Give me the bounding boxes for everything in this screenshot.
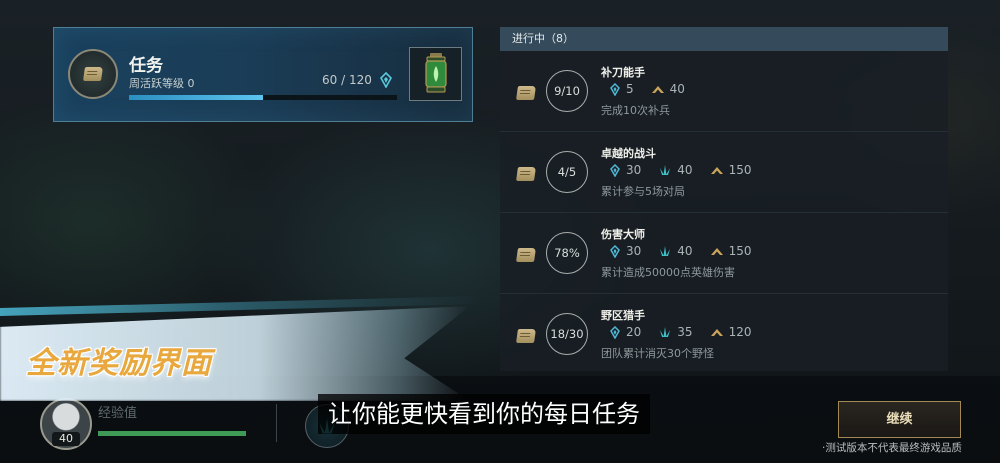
disclaimer: ·测试版本不代表最终游戏品质 xyxy=(822,442,962,454)
quest-list: 9/10 补刀能手 5 40 完成10次补兵 4/5 卓越的战斗 30 40 1… xyxy=(500,51,948,371)
reward-gold: 150 xyxy=(710,244,752,258)
crystal-shard-icon xyxy=(660,165,671,175)
crystal-icon xyxy=(380,72,392,88)
reward-gold: 120 xyxy=(710,325,752,339)
quest-card: 任务 周活跃等级 0 60 / 120 xyxy=(53,27,473,122)
reward-value: 40 xyxy=(677,244,693,258)
quest-description: 累计参与5场对局 xyxy=(601,185,685,198)
xp-fill xyxy=(98,431,246,436)
reward-value: 40 xyxy=(669,82,685,96)
blue-essence-icon xyxy=(610,244,620,258)
quest-progress-text: 60 / 120 xyxy=(322,73,372,87)
crystal-shard-icon xyxy=(660,327,671,337)
xp-label: 经验值 xyxy=(98,406,138,421)
reward-gold: 40 xyxy=(651,82,685,96)
quest-progress-ring: 9/10 xyxy=(546,70,588,112)
scroll-icon xyxy=(516,329,536,343)
xp-bar xyxy=(98,431,246,436)
gold-chevron-icon xyxy=(651,85,664,93)
quest-description: 累计造成50000点英雄伤害 xyxy=(601,266,735,279)
quest-title: 补刀能手 xyxy=(601,66,645,79)
quest-progress-ring: 4/5 xyxy=(546,151,588,193)
quest-rewards: 5 40 xyxy=(609,82,685,96)
scroll-icon xyxy=(83,67,103,81)
weekly-activity-level: 周活跃等级 0 xyxy=(129,77,195,90)
quest-progress-fill xyxy=(129,95,263,100)
quest-progress-bar xyxy=(129,95,397,100)
quest-description: 团队累计消灭30个野怪 xyxy=(601,347,714,360)
divider xyxy=(276,404,277,442)
quest-row[interactable]: 9/10 补刀能手 5 40 完成10次补兵 xyxy=(500,51,948,132)
gold-chevron-icon xyxy=(710,166,723,174)
quest-title: 卓越的战斗 xyxy=(601,147,656,160)
reward-crystal-shard: 40 xyxy=(658,163,693,177)
quest-row[interactable]: 4/5 卓越的战斗 30 40 150 累计参与5场对局 xyxy=(500,132,948,213)
reward-value: 40 xyxy=(677,163,693,177)
scroll-icon xyxy=(516,86,536,100)
scroll-icon xyxy=(516,248,536,262)
quest-progress-ring: 78% xyxy=(546,232,588,274)
reward-blue-essence: 5 xyxy=(609,82,634,96)
quest-progress-ring: 18/30 xyxy=(546,313,588,355)
reward-crystal-shard: 35 xyxy=(658,325,693,339)
gold-chevron-icon xyxy=(710,328,723,336)
reward-value: 20 xyxy=(626,325,642,339)
reward-blue-essence: 30 xyxy=(609,244,641,258)
reward-value: 150 xyxy=(728,163,752,177)
video-subtitle: 让你能更快看到你的每日任务 xyxy=(318,394,650,434)
blue-essence-icon xyxy=(610,163,620,177)
reward-chest[interactable] xyxy=(409,47,462,101)
continue-button[interactable]: 继续 xyxy=(838,401,961,438)
promo-title: 全新奖励界面 xyxy=(26,346,212,381)
gold-chevron-icon xyxy=(710,247,723,255)
reward-gold: 150 xyxy=(710,163,752,177)
reward-value: 35 xyxy=(677,325,693,339)
quest-row[interactable]: 78% 伤害大师 30 40 150 累计造成50000点英雄伤害 xyxy=(500,213,948,294)
reward-value: 30 xyxy=(626,244,642,258)
blue-essence-icon xyxy=(610,82,620,96)
reward-value: 150 xyxy=(728,244,752,258)
in-progress-header: 进行中（8） xyxy=(500,27,948,51)
reward-value: 5 xyxy=(626,82,634,96)
quest-title: 任务 xyxy=(129,56,163,76)
lantern-icon xyxy=(424,53,447,93)
reward-blue-essence: 30 xyxy=(609,163,641,177)
reward-value: 30 xyxy=(626,163,642,177)
blue-essence-icon xyxy=(610,325,620,339)
quest-rewards: 30 40 150 xyxy=(609,163,751,177)
quest-title: 伤害大师 xyxy=(601,228,645,241)
reward-blue-essence: 20 xyxy=(609,325,641,339)
quest-description: 完成10次补兵 xyxy=(601,104,670,117)
reward-value: 120 xyxy=(728,325,752,339)
scroll-icon xyxy=(516,167,536,181)
quest-title: 野区猎手 xyxy=(601,309,645,322)
reward-crystal-shard: 40 xyxy=(658,244,693,258)
quest-rewards: 30 40 150 xyxy=(609,244,751,258)
quest-row[interactable]: 18/30 野区猎手 20 35 120 团队累计消灭30个野怪 xyxy=(500,294,948,371)
quest-emblem xyxy=(68,49,118,99)
level-badge: 40 xyxy=(52,432,80,446)
crystal-shard-icon xyxy=(660,246,671,256)
quest-rewards: 20 35 120 xyxy=(609,325,751,339)
